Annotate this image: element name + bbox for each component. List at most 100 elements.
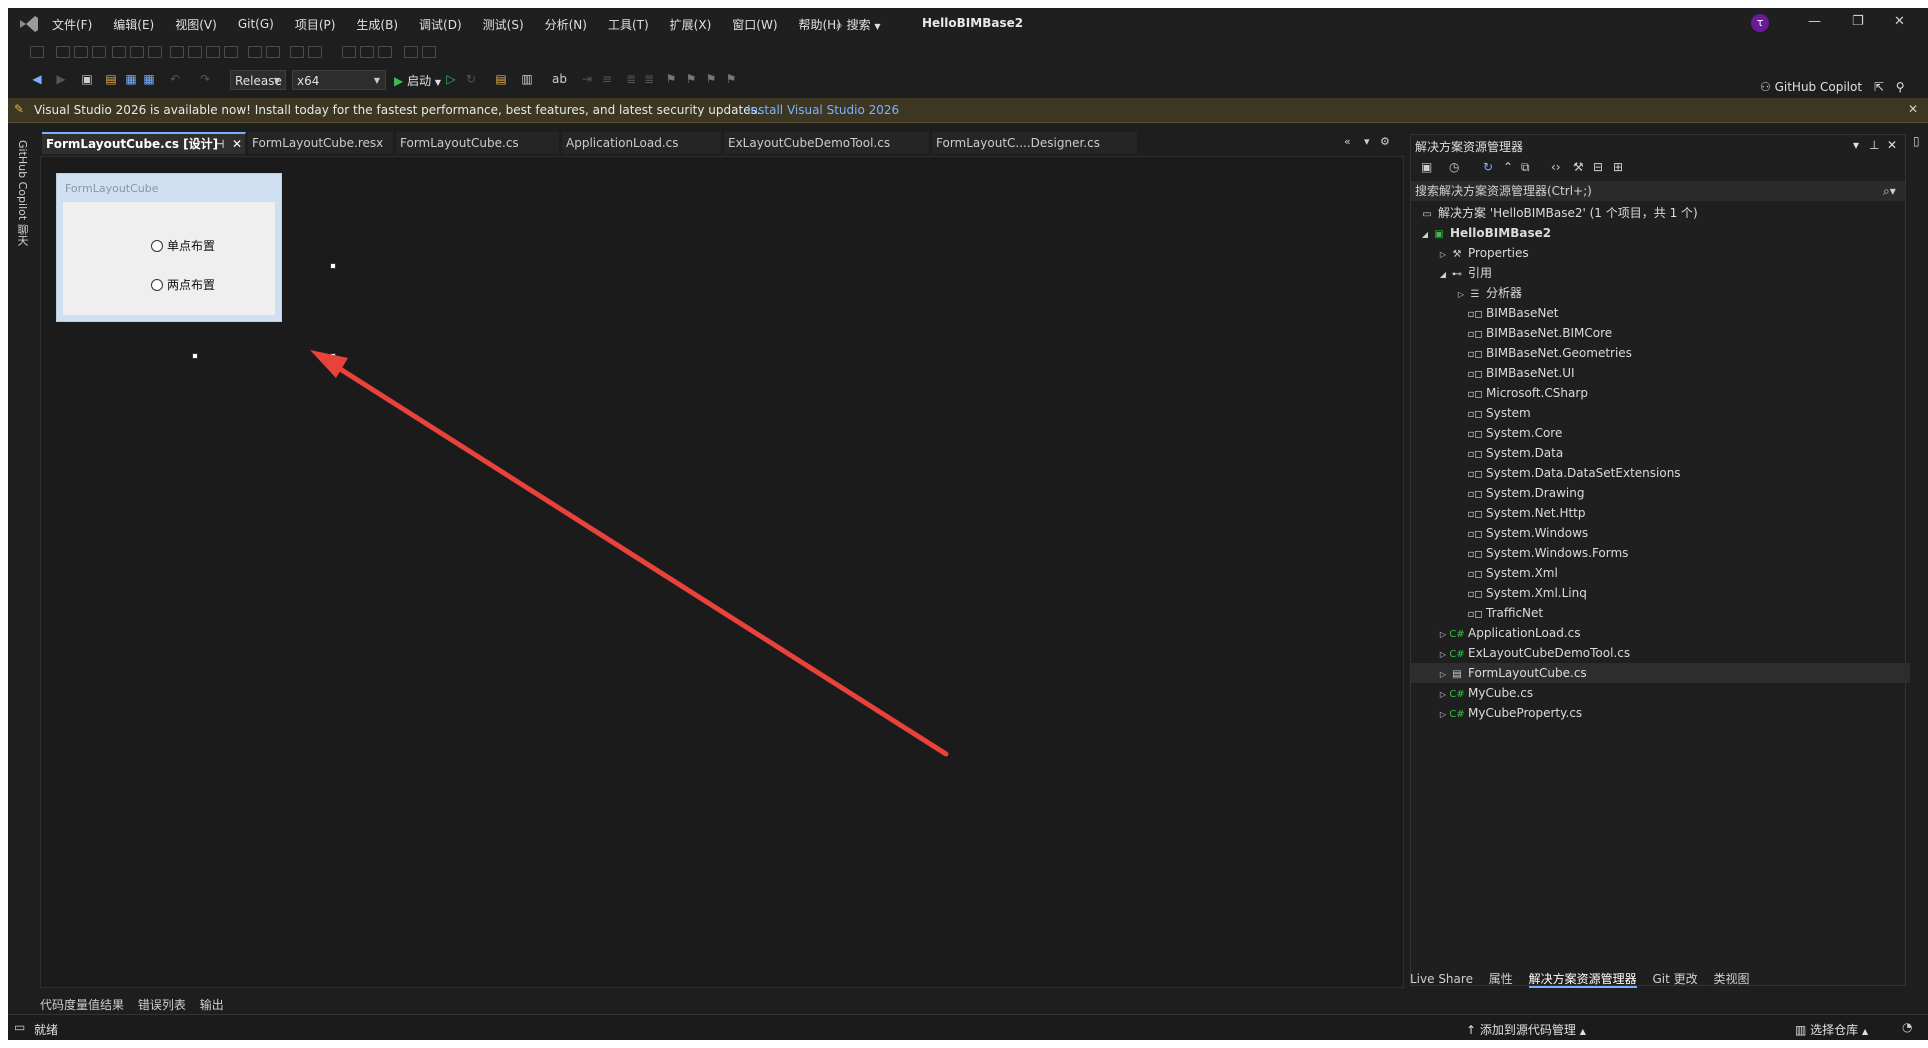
tab-class-view[interactable]: 类视图 — [1713, 972, 1749, 986]
reference-icon: ▫◻ — [1467, 429, 1483, 440]
tab-solution-explorer[interactable]: 解决方案资源管理器 — [1528, 972, 1637, 988]
panel-title: 解决方案资源管理器 — [1415, 140, 1524, 154]
tree-item-reference[interactable]: ▫◻ BIMBaseNet.BIMCore — [1411, 323, 1928, 343]
reference-icon: ▫◻ — [1467, 469, 1483, 480]
notifications-icon[interactable]: ▯ — [1913, 134, 1920, 148]
collapsed-arrow-icon[interactable]: ▷ — [1455, 285, 1467, 305]
expanded-arrow-icon[interactable]: ◢ — [1437, 265, 1449, 285]
tree-label: System — [1486, 406, 1531, 420]
status-ready: 就绪 — [34, 1023, 59, 1037]
pin-icon[interactable]: ⊥ — [1869, 138, 1879, 152]
tree-label: BIMBaseNet.BIMCore — [1486, 326, 1613, 340]
tree-item-reference[interactable]: ▫◻ System.Xml — [1411, 563, 1928, 583]
show-all-files-icon[interactable]: ⧉ — [1521, 160, 1530, 175]
tree-item-file-selected[interactable]: ▷ ▤ FormLayoutCube.cs — [1411, 663, 1927, 683]
tree-label: ExLayoutCubeDemoTool.cs — [1468, 646, 1631, 660]
notification-bell-icon[interactable]: ◔ — [1902, 1020, 1912, 1034]
tab-error-list[interactable]: 错误列表 — [138, 998, 186, 1012]
tree-item-project[interactable]: ◢ ▣ HelloBIMBase2 — [1411, 223, 1909, 243]
tree-item-reference[interactable]: ▫◻ System.Net.Http — [1411, 503, 1928, 523]
collapse-all-icon[interactable]: ⌃ — [1503, 160, 1513, 174]
collapsed-arrow-icon[interactable]: ▷ — [1437, 245, 1449, 265]
tree-label: 解决方案 'HelloBIMBase2' (1 个项目，共 1 个) — [1438, 206, 1698, 220]
tab-git-changes[interactable]: Git 更改 — [1652, 972, 1697, 986]
tree-item-reference[interactable]: ▫◻ BIMBaseNet.UI — [1411, 363, 1928, 383]
chat-icon[interactable]: ▭ — [14, 1020, 25, 1034]
close-icon[interactable]: ✕ — [1887, 138, 1897, 152]
tree-item-file[interactable]: ▷ C# MyCubeProperty.cs — [1411, 703, 1927, 723]
tree-item-reference[interactable]: ▫◻ System.Xml.Linq — [1411, 583, 1928, 603]
tab-output[interactable]: 输出 — [200, 998, 224, 1012]
add-source-control-button[interactable]: ↑ 添加到源代码管理 ▲ — [1466, 1021, 1586, 1038]
tree-item-file[interactable]: ▷ C# MyCube.cs — [1411, 683, 1927, 703]
tree-item-reference[interactable]: ▫◻ BIMBaseNet — [1411, 303, 1928, 323]
close-icon[interactable]: ✕ — [1894, 14, 1905, 29]
repo-icon: ▥ — [1795, 1023, 1807, 1037]
refresh-icon[interactable]: ↻ — [1483, 160, 1493, 174]
tree-item-reference[interactable]: ▫◻ System — [1411, 403, 1928, 423]
csharp-file-icon: C# — [1449, 629, 1465, 640]
tree-label: BIMBaseNet.Geometries — [1486, 346, 1632, 360]
tree-item-reference[interactable]: ▫◻ System.Windows.Forms — [1411, 543, 1928, 563]
reference-icon: ▫◻ — [1467, 409, 1483, 420]
tree-item-file[interactable]: ▷ C# ExLayoutCubeDemoTool.cs — [1411, 643, 1927, 663]
tab-live-share[interactable]: Live Share — [1410, 972, 1473, 986]
reference-icon: ▫◻ — [1467, 509, 1483, 520]
select-repo-label: 选择仓库 — [1810, 1023, 1859, 1037]
tree-label: System.Data — [1486, 446, 1564, 460]
history-icon[interactable]: ◷ — [1449, 160, 1459, 174]
chevron-down-icon[interactable]: ▾ — [1853, 138, 1859, 152]
view-code-icon[interactable]: ‹› — [1551, 160, 1561, 174]
tree-item-solution[interactable]: ▭ 解决方案 'HelloBIMBase2' (1 个项目，共 1 个) — [1411, 203, 1909, 223]
chevron-up-icon: ▲ — [1862, 1027, 1869, 1036]
avatar[interactable]: τ — [1751, 14, 1769, 32]
tree-item-reference[interactable]: ▫◻ Microsoft.CSharp — [1411, 383, 1928, 403]
tree-label: MyCubeProperty.cs — [1468, 706, 1583, 720]
tree-item-reference[interactable]: ▫◻ System.Windows — [1411, 523, 1928, 543]
tree-item-reference[interactable]: ▫◻ System.Data.DataSetExtensions — [1411, 463, 1928, 483]
tree-label: HelloBIMBase2 — [1450, 226, 1552, 240]
tree-label: System.Xml.Linq — [1486, 586, 1587, 600]
tree-label: System.Data.DataSetExtensions — [1486, 466, 1681, 480]
tree-item-references[interactable]: ◢ ⊷ 引用 — [1411, 263, 1927, 283]
tree-item-reference[interactable]: ▫◻ TrafficNet — [1411, 603, 1928, 623]
collapsed-arrow-icon[interactable]: ▷ — [1437, 645, 1449, 665]
collapsed-arrow-icon[interactable]: ▷ — [1437, 705, 1449, 725]
tree-label: System.Xml — [1486, 566, 1558, 580]
vs-window: 文件(F) 编辑(E) 视图(V) Git(G) 项目(P) 生成(B) 调试(… — [8, 8, 1928, 1040]
tree-item-properties[interactable]: ▷ ⚒ Properties — [1411, 243, 1927, 263]
tree-item-reference[interactable]: ▫◻ System.Drawing — [1411, 483, 1928, 503]
switch-views-icon[interactable]: ▣ — [1421, 160, 1432, 174]
tree-item-reference[interactable]: ▫◻ System.Data — [1411, 443, 1928, 463]
tree-label: MyCube.cs — [1468, 686, 1534, 700]
csharp-file-icon: C# — [1449, 649, 1465, 660]
tree-item-file[interactable]: ▷ C# ApplicationLoad.cs — [1411, 623, 1927, 643]
collapsed-arrow-icon[interactable]: ▷ — [1437, 625, 1449, 645]
reference-icon: ▫◻ — [1467, 489, 1483, 500]
tree-item-analyzers[interactable]: ▷ ☰ 分析器 — [1411, 283, 1928, 303]
reference-icon: ▫◻ — [1467, 329, 1483, 340]
reference-icon: ▫◻ — [1467, 609, 1483, 620]
preview-icon[interactable]: ⊟ — [1593, 160, 1603, 174]
tree-label: System.Core — [1486, 426, 1563, 440]
solution-explorer-toolbar: ▣ ◷ ↻ ⌃ ⧉ ‹› ⚒ ⊟ ⊞ — [1411, 157, 1905, 179]
properties-icon[interactable]: ⚒ — [1573, 160, 1584, 174]
class-diagram-icon[interactable]: ⊞ — [1613, 160, 1623, 174]
restore-icon[interactable]: ❐ — [1852, 14, 1864, 29]
select-repo-button[interactable]: ▥ 选择仓库 ▲ — [1795, 1021, 1868, 1038]
tree-label: Properties — [1468, 246, 1529, 260]
tab-properties[interactable]: 属性 — [1489, 972, 1513, 986]
reference-icon: ▫◻ — [1467, 549, 1483, 560]
tree-item-reference[interactable]: ▫◻ BIMBaseNet.Geometries — [1411, 343, 1928, 363]
collapsed-arrow-icon[interactable]: ▷ — [1437, 685, 1449, 705]
search-icon[interactable]: ⌕▾ — [1883, 181, 1896, 201]
form-file-icon: ▤ — [1452, 669, 1462, 680]
tab-code-metrics[interactable]: 代码度量值结果 — [40, 998, 124, 1012]
solution-explorer-search[interactable]: 搜索解决方案资源管理器(Ctrl+;) ⌕▾ — [1411, 181, 1905, 201]
collapsed-arrow-icon[interactable]: ▷ — [1437, 665, 1449, 685]
minimize-icon[interactable]: — — [1808, 14, 1821, 29]
tree-item-reference[interactable]: ▫◻ System.Core — [1411, 423, 1928, 443]
arrow-up-icon: ↑ — [1466, 1023, 1477, 1037]
close-icon[interactable]: ✕ — [1908, 102, 1918, 116]
expanded-arrow-icon[interactable]: ◢ — [1419, 225, 1431, 245]
